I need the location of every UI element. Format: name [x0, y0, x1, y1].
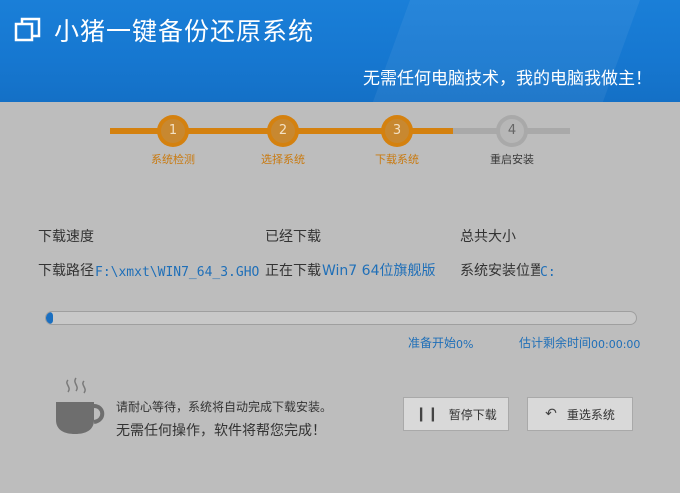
coffee-cup-icon	[56, 377, 105, 434]
downloading-label: 正在下载	[265, 263, 321, 279]
step-2: 2 选择系统	[243, 117, 323, 167]
step-label: 重启安装	[490, 153, 534, 166]
step-label: 选择系统	[261, 153, 305, 166]
step-number: 1	[159, 117, 187, 145]
remaining-time: 估计剩余时间00:00:00	[519, 334, 643, 351]
install-position-value: C:	[540, 265, 556, 280]
total-size-label: 总共大小	[460, 229, 516, 245]
pause-icon: ❙❙	[415, 406, 439, 422]
reselect-system-label: 重选系统	[566, 407, 615, 422]
progress-status: 准备开始0%	[408, 334, 473, 351]
pause-download-label: 暂停下载	[448, 407, 497, 422]
step-4: 4 重启安装	[472, 117, 552, 167]
step-number: 3	[383, 117, 411, 145]
step-number: 2	[269, 117, 297, 145]
download-path: 下载路径F:\xmxt\WIN7_64_3.GHO	[38, 260, 259, 280]
wait-tip-line2: 无需任何操作，软件将帮您完成！	[116, 423, 326, 439]
app-title: 小猪一键备份还原系统	[54, 17, 315, 46]
reselect-system-button[interactable]: ↶ 重选系统	[527, 397, 633, 431]
install-position-label: 系统安装位置	[460, 263, 540, 279]
step-label: 系统检测	[151, 153, 195, 166]
step-label: 下载系统	[375, 153, 419, 166]
downloading-item: 正在下载Win7 64位旗舰版	[265, 260, 435, 280]
progress-fill	[46, 312, 54, 324]
downloaded-size: 已经下载	[265, 226, 321, 246]
download-speed-label: 下载速度	[38, 229, 94, 245]
logo-icon	[14, 17, 41, 42]
pause-download-button[interactable]: ❙❙ 暂停下载	[403, 397, 509, 431]
downloading-value: Win7 64位旗舰版	[322, 263, 436, 279]
remaining-time-label: 估计剩余时间	[519, 336, 591, 350]
download-speed: 下载速度	[38, 226, 96, 246]
downloaded-label: 已经下载	[265, 229, 321, 245]
download-path-label: 下载路径	[38, 263, 94, 279]
slogan: 无需任何电脑技术，我的电脑我做主！	[363, 69, 652, 89]
app-header: 小猪一键备份还原系统 无需任何电脑技术，我的电脑我做主！	[0, 0, 680, 102]
step-number: 4	[498, 117, 526, 145]
undo-icon: ↶	[545, 406, 557, 422]
step-3: 3 下载系统	[357, 117, 437, 167]
download-progress-bar	[45, 311, 637, 325]
progress-percent: 0%	[456, 338, 474, 351]
download-path-value: F:\xmxt\WIN7_64_3.GHO	[95, 265, 260, 280]
wait-tip-line1: 请耐心等待，系统将自动完成下载安装。	[116, 400, 333, 414]
remaining-time-value: 00:00:00	[591, 338, 641, 351]
install-position: 系统安装位置C:	[460, 260, 556, 280]
progress-status-label: 准备开始	[408, 336, 456, 350]
step-indicator: 1 系统检测 2 选择系统 3 下载系统 4 重启安装	[110, 117, 570, 167]
total-size: 总共大小	[460, 226, 516, 246]
step-1: 1 系统检测	[133, 117, 213, 167]
